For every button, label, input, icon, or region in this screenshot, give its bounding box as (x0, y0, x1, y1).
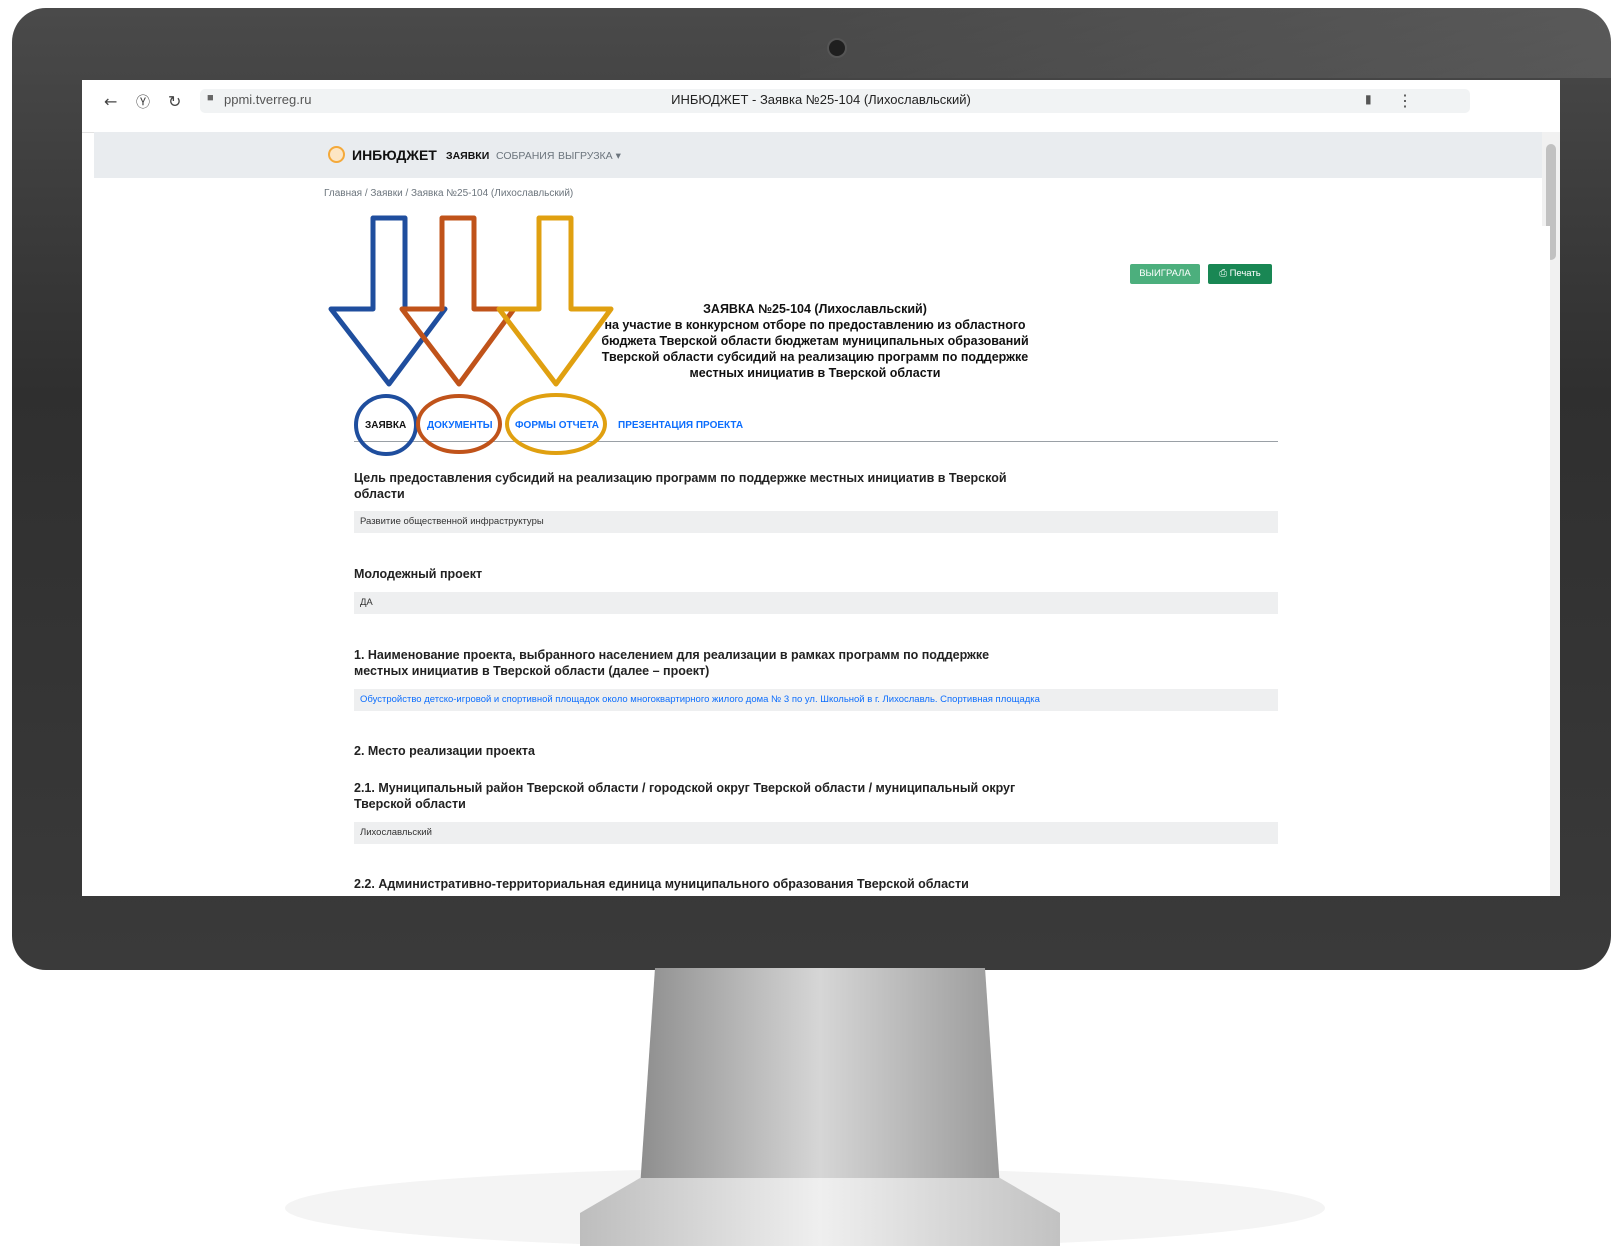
yellow-circle (505, 393, 607, 455)
yellow-arrow (496, 215, 614, 387)
orange-arrow (399, 215, 517, 387)
blue-arrow (328, 215, 448, 387)
annotation-overlay (328, 215, 614, 456)
blue-circle (354, 394, 418, 456)
orange-circle (416, 394, 502, 454)
